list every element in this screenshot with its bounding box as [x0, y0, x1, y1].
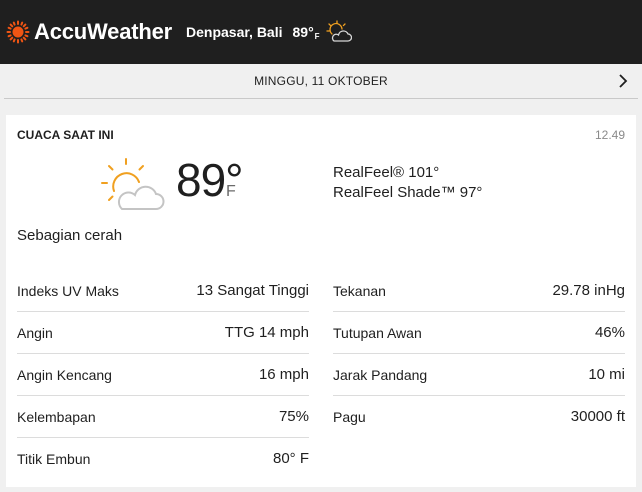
detail-value: 16 mph	[258, 366, 309, 383]
detail-value: TTG 14 mph	[224, 324, 309, 341]
partly-sunny-icon	[101, 158, 165, 210]
location-name[interactable]: Denpasar, Bali	[186, 24, 283, 40]
detail-value: 46%	[594, 324, 625, 341]
details-left-column: Indeks UV Maks 13 Sangat Tinggi Angin TT…	[17, 270, 309, 479]
chevron-right-icon[interactable]	[618, 73, 628, 89]
header-temperature-unit: F	[314, 31, 320, 41]
realfeel: RealFeel® 101°	[333, 164, 440, 181]
detail-label: Titik Embun	[17, 450, 91, 467]
realfeel-shade: RealFeel Shade™ 97°	[333, 184, 483, 201]
detail-value: 10 mi	[588, 366, 625, 383]
detail-value: 80° F	[272, 450, 309, 467]
detail-label: Kelembapan	[17, 408, 96, 425]
detail-label: Tekanan	[333, 282, 386, 299]
detail-row-visibility: Jarak Pandang 10 mi	[333, 354, 625, 396]
detail-value: 30000 ft	[570, 408, 625, 425]
condition-phrase: Sebagian cerah	[17, 227, 123, 244]
detail-row-wind: Angin TTG 14 mph	[17, 312, 309, 354]
detail-row-cloud-cover: Tutupan Awan 46%	[333, 312, 625, 354]
detail-row-cloud-ceiling: Pagu 30000 ft	[333, 396, 625, 437]
detail-label: Tutupan Awan	[333, 324, 422, 341]
realfeel-block: RealFeel® 101° RealFeel Shade™ 97°	[333, 163, 482, 203]
partly-sunny-icon	[325, 20, 352, 42]
accuweather-logo[interactable]: AccuWeather	[6, 19, 172, 45]
header-temperature: 89°	[292, 24, 314, 40]
card-title: CUACA SAAT INI	[17, 128, 114, 142]
current-date: MINGGU, 11 OKTOBER	[254, 74, 388, 88]
detail-value: 13 Sangat Tinggi	[196, 282, 309, 299]
date-navigation-bar: MINGGU, 11 OKTOBER	[4, 64, 638, 99]
detail-row-humidity: Kelembapan 75%	[17, 396, 309, 438]
detail-row-wind-gusts: Angin Kencang 16 mph	[17, 354, 309, 396]
brand-name: AccuWeather	[34, 19, 172, 44]
detail-row-dew-point: Titik Embun 80° F	[17, 438, 309, 479]
sun-logo-icon	[6, 20, 30, 44]
detail-label: Indeks UV Maks	[17, 282, 119, 299]
observation-time: 12.49	[594, 128, 625, 142]
detail-value: 29.78 inHg	[552, 282, 625, 299]
details-right-column: Tekanan 29.78 inHg Tutupan Awan 46% Jara…	[333, 270, 625, 437]
top-header: AccuWeather Denpasar, Bali 89° F	[0, 0, 642, 64]
detail-row-uv-index: Indeks UV Maks 13 Sangat Tinggi	[17, 270, 309, 312]
detail-row-pressure: Tekanan 29.78 inHg	[333, 270, 625, 312]
detail-label: Pagu	[333, 408, 366, 425]
detail-value: 75%	[278, 408, 309, 425]
temperature-unit: F	[226, 183, 236, 200]
detail-label: Angin	[17, 324, 53, 341]
detail-label: Jarak Pandang	[333, 366, 428, 383]
detail-label: Angin Kencang	[17, 366, 112, 383]
current-weather-card: CUACA SAAT INI 12.49 89° F RealFeel® 101…	[6, 115, 636, 487]
